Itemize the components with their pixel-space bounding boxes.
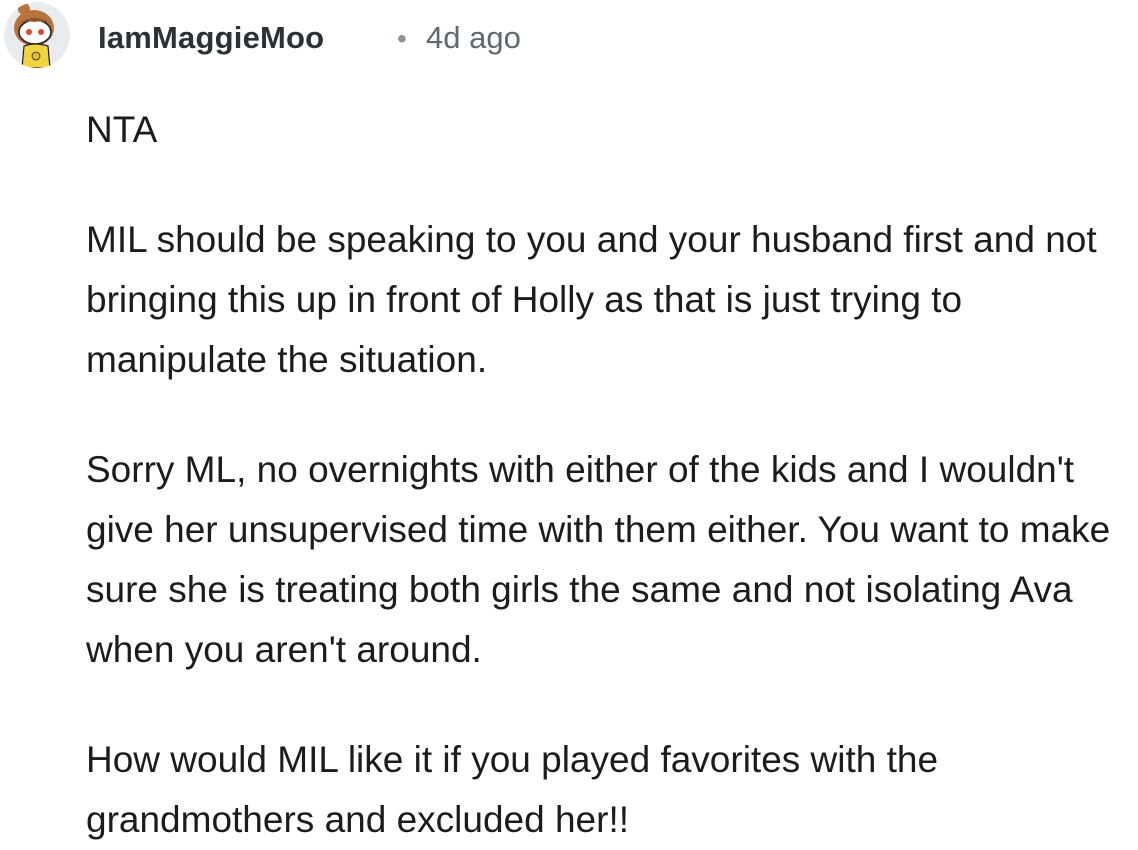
comment-author[interactable]: IamMaggieMoo — [98, 20, 324, 56]
comment-body: NTA MIL should be speaking to you and yo… — [86, 100, 1132, 850]
user-avatar[interactable] — [4, 2, 70, 68]
comment-header: IamMaggieMoo • 4d ago — [0, 0, 1138, 80]
comment-timestamp[interactable]: 4d ago — [426, 20, 521, 56]
reddit-snoo-avatar-icon — [4, 2, 70, 68]
comment-paragraph: NTA — [86, 109, 158, 150]
comment-paragraph: Sorry ML, no overnights with either of t… — [86, 449, 1111, 670]
comment-paragraph: MIL should be speaking to you and your h… — [86, 219, 1097, 380]
comment: IamMaggieMoo • 4d ago NTA MIL should be … — [0, 0, 1138, 840]
comment-paragraph: How would MIL like it if you played favo… — [86, 739, 939, 840]
meta-separator: • — [397, 23, 407, 54]
